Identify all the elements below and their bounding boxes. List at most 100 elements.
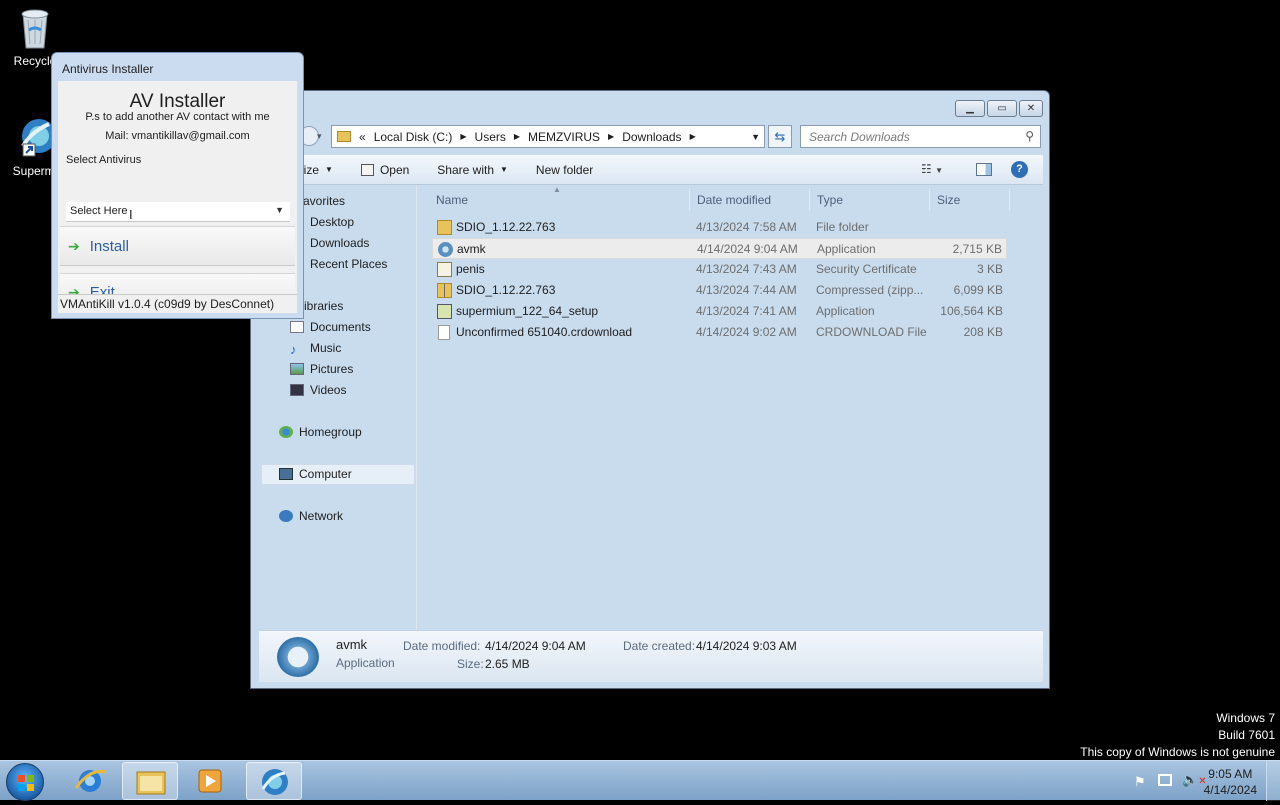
search-icon[interactable]: ⚲ <box>1025 129 1034 143</box>
taskbar-av-installer[interactable] <box>246 762 302 800</box>
file-row[interactable]: SDIO_1.12.22.763 4/13/2024 7:58 AM File … <box>432 217 1007 238</box>
breadcrumb-chevron-icon[interactable]: ▶ <box>608 132 614 141</box>
file-row[interactable]: SDIO_1.12.22.763 4/13/2024 7:44 AM Compr… <box>432 280 1007 301</box>
select-value: Select Here <box>70 205 128 217</box>
column-header-date-modified[interactable]: Date modified <box>697 189 812 211</box>
share-with-menu[interactable]: Share with ▼ <box>437 163 508 177</box>
nav-recent-places[interactable]: Recent Places <box>310 254 387 275</box>
application-large-icon <box>277 637 319 677</box>
file-type: Security Certificate <box>816 262 917 276</box>
av-installer-icon <box>261 769 288 795</box>
close-button[interactable]: ✕ <box>1019 100 1043 117</box>
breadcrumb-users[interactable]: Users <box>475 130 506 144</box>
file-row[interactable]: penis 4/13/2024 7:43 AM Security Certifi… <box>432 259 1007 280</box>
nav-homegroup[interactable]: Homegroup <box>279 422 362 443</box>
file-name: penis <box>456 262 485 276</box>
minimize-button[interactable]: ▁ <box>955 100 985 117</box>
breadcrumb-chevron-icon[interactable]: ▶ <box>460 132 466 141</box>
nav-pictures[interactable]: Pictures <box>290 359 353 380</box>
media-player-icon <box>198 769 222 793</box>
column-divider[interactable] <box>929 189 930 211</box>
file-row-selected[interactable]: avmk 4/14/2024 9:04 AM Application 2,715… <box>432 238 1007 259</box>
chevron-down-icon: ▼ <box>325 165 333 174</box>
status-bar: VMAntiKill v1.0.4 (c09d9 by DesConnet) <box>58 294 297 313</box>
sort-arrow-icon: ▲ <box>553 185 561 194</box>
help-button[interactable]: ? <box>1011 161 1028 178</box>
file-row[interactable]: supermium_122_64_setup 4/13/2024 7:41 AM… <box>432 301 1007 322</box>
nav-documents[interactable]: Documents <box>290 317 371 338</box>
nav-desktop[interactable]: Desktop <box>310 212 354 233</box>
av-note: P.s to add another AV contact with me <box>85 111 270 123</box>
nav-favorites[interactable]: avorites <box>303 191 345 212</box>
breadcrumb-chevron-icon[interactable]: ▶ <box>690 132 696 141</box>
breadcrumb-memzvirus[interactable]: MEMZVIRUS <box>528 130 600 144</box>
network-tray-icon[interactable] <box>1158 774 1172 786</box>
watermark-line: Build 7601 <box>1218 728 1275 742</box>
chevron-down-icon[interactable]: ▼ <box>275 205 284 215</box>
column-header-type[interactable]: Type <box>817 189 927 211</box>
open-button[interactable]: Open <box>360 163 409 177</box>
mouse-cursor-icon: I <box>129 207 133 222</box>
taskbar-internet-explorer[interactable] <box>62 762 118 800</box>
chevron-down-icon: ▼ <box>935 166 944 175</box>
maximize-button[interactable]: ▭ <box>987 100 1017 117</box>
nav-music[interactable]: ♪ Music <box>290 338 341 359</box>
antivirus-select[interactable]: Select Here ▼ <box>66 202 290 222</box>
folder-icon <box>136 771 166 795</box>
install-button[interactable]: ➔ Install <box>60 226 295 266</box>
nav-label: Documents <box>310 320 371 334</box>
column-header-name[interactable]: Name <box>436 189 686 211</box>
recent-pages-chevron-icon[interactable]: ▾ <box>317 131 322 142</box>
column-header-size[interactable]: Size <box>937 189 1007 211</box>
details-date-created: 4/14/2024 9:03 AM <box>696 639 797 653</box>
nav-downloads[interactable]: Downloads <box>310 233 369 254</box>
breadcrumb-chevron-icon[interactable]: ▶ <box>514 132 520 141</box>
start-button[interactable] <box>6 763 44 801</box>
file-size: 3 KB <box>976 262 1003 276</box>
column-divider[interactable] <box>1009 189 1010 211</box>
folder-icon <box>437 220 452 235</box>
green-arrow-icon: ➔ <box>68 237 80 254</box>
show-desktop-button[interactable] <box>1266 761 1280 801</box>
address-dropdown-icon[interactable]: ▼ <box>751 132 760 142</box>
search-placeholder: Search Downloads <box>809 130 910 144</box>
address-overflow[interactable]: « <box>359 130 366 144</box>
taskbar-media-player[interactable] <box>182 762 238 800</box>
address-bar[interactable]: « Local Disk (C:) ▶ Users ▶ MEMZVIRUS ▶ … <box>331 125 765 148</box>
folder-icon <box>337 131 351 142</box>
file-name: avmk <box>457 242 486 256</box>
search-input[interactable]: Search Downloads ⚲ <box>800 125 1041 148</box>
file-row[interactable]: Unconfirmed 651040.crdownload 4/14/2024 … <box>432 322 1007 343</box>
nav-libraries[interactable]: ibraries <box>304 296 343 317</box>
windows-watermark: Windows 7 Build 7601 This copy of Window… <box>1080 710 1275 761</box>
preview-pane-button[interactable] <box>976 163 992 176</box>
breadcrumb-downloads[interactable]: Downloads <box>622 130 681 144</box>
details-date-created-label: Date created: <box>623 639 696 653</box>
av-heading: AV Installer <box>129 91 226 112</box>
breadcrumb-local-disk[interactable]: Local Disk (C:) <box>374 130 453 144</box>
nav-label: Downloads <box>310 236 370 250</box>
column-divider[interactable] <box>809 189 810 211</box>
nav-label: avorites <box>303 194 346 208</box>
details-date-modified: 4/14/2024 9:04 AM <box>485 639 586 653</box>
explorer-window: ▁ ▭ ✕ ▾ « Local Disk (C:) ▶ Users ▶ MEMZ… <box>250 90 1050 689</box>
nav-label: Recent Places <box>310 257 388 271</box>
nav-label: Computer <box>299 467 352 481</box>
new-folder-button[interactable]: New folder <box>536 163 593 177</box>
nav-label: Videos <box>310 383 347 397</box>
clock[interactable]: 9:05 AM 4/14/2024 <box>1204 766 1257 798</box>
details-size-label: Size: <box>457 657 484 671</box>
watermark-line: Windows 7 <box>1216 711 1275 725</box>
column-divider[interactable] <box>689 189 690 211</box>
nav-network[interactable]: Network <box>279 506 343 527</box>
change-view-button[interactable]: ☷ ▼ <box>921 162 943 176</box>
file-date: 4/13/2024 7:41 AM <box>696 304 797 318</box>
windows-logo-icon <box>18 775 34 791</box>
nav-computer[interactable]: Computer <box>279 464 352 485</box>
refresh-button[interactable]: ⇆ <box>768 125 792 148</box>
action-center-flag-icon[interactable]: ⚑ <box>1134 774 1146 790</box>
installer-icon <box>437 304 452 319</box>
taskbar-windows-explorer[interactable] <box>122 762 178 800</box>
nav-label: Network <box>299 509 344 523</box>
nav-videos[interactable]: Videos <box>290 380 346 401</box>
